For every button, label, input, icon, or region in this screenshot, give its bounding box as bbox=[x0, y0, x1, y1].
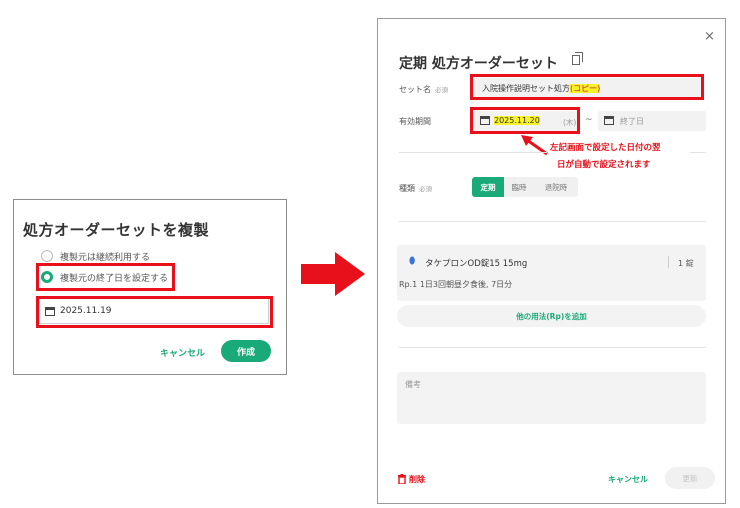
delete-button[interactable]: 削除 bbox=[409, 474, 425, 485]
order-set-title: 定期 処方オーダーセット bbox=[399, 56, 558, 72]
calendar-icon bbox=[604, 116, 614, 125]
notes-textarea[interactable] bbox=[397, 372, 706, 424]
highlight-set-name bbox=[470, 74, 704, 100]
trash-icon[interactable] bbox=[398, 474, 406, 484]
divider bbox=[399, 152, 547, 153]
update-button[interactable]: 更新 bbox=[665, 467, 715, 489]
annotation-arrow-icon bbox=[521, 135, 548, 156]
valid-period-label: 有効期間 bbox=[399, 117, 431, 126]
type-option-temporary[interactable]: 臨時 bbox=[504, 177, 534, 197]
type-segmented-control: 定期 臨時 退院時 bbox=[472, 177, 578, 197]
close-icon[interactable]: × bbox=[704, 29, 715, 44]
annotation-line1: 左記画面で設定した日付の翌 bbox=[550, 143, 661, 153]
arrow-right-icon bbox=[301, 252, 365, 296]
duplicate-dialog-title: 処方オーダーセットを複製 bbox=[23, 221, 210, 239]
type-option-regular[interactable]: 定期 bbox=[472, 177, 504, 197]
drug-quantity: 1 錠 bbox=[678, 259, 694, 268]
highlight-date-field bbox=[36, 296, 273, 328]
date-separator: ~ bbox=[585, 115, 593, 125]
rp-usage: Rp.1 1日3回朝昼夕食後, 7日分 bbox=[399, 280, 513, 289]
drug-name: タケプロンOD錠15 15mg bbox=[425, 259, 528, 269]
add-rp-button[interactable]: 他の用法(Rp)を追加 bbox=[397, 305, 706, 327]
copy-icon[interactable] bbox=[572, 55, 580, 65]
end-date-placeholder: 終了日 bbox=[620, 117, 644, 126]
annotation-line2: 日が自動で設定されます bbox=[557, 160, 651, 170]
highlight-option bbox=[36, 263, 175, 291]
end-date-input[interactable] bbox=[598, 111, 706, 131]
radio-continue-original[interactable] bbox=[41, 250, 53, 262]
prescription-card[interactable] bbox=[397, 245, 706, 301]
divider bbox=[399, 221, 706, 222]
notes-placeholder: 備考 bbox=[405, 380, 421, 389]
dialog-cancel-button[interactable]: キャンセル bbox=[608, 474, 648, 485]
set-name-label: セット名 必須 bbox=[399, 85, 448, 94]
pill-icon: ⬮ bbox=[409, 256, 416, 267]
highlight-start-date bbox=[470, 107, 580, 134]
divider bbox=[690, 152, 706, 153]
type-option-discharge[interactable]: 退院時 bbox=[534, 177, 578, 197]
option-continue-original-label[interactable]: 複製元は継続利用する bbox=[60, 250, 150, 263]
create-button[interactable]: 作成 bbox=[221, 340, 271, 362]
cancel-button[interactable]: キャンセル bbox=[160, 346, 205, 359]
type-label: 種類 必須 bbox=[399, 184, 432, 193]
qty-divider bbox=[668, 256, 669, 268]
divider bbox=[399, 347, 706, 348]
